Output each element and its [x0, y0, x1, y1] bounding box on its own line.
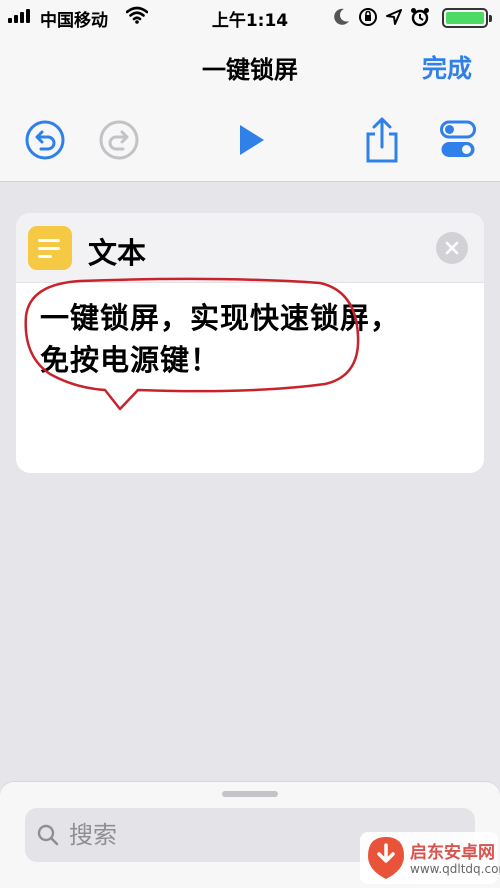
done-button[interactable]: 完成 — [422, 49, 472, 85]
play-icon — [240, 125, 264, 155]
close-icon — [445, 241, 459, 255]
action-title: 文本 — [88, 236, 147, 270]
status-bar: 中国移动 上午1:14 — [0, 0, 500, 34]
redo-button[interactable] — [97, 118, 141, 162]
share-button[interactable] — [360, 117, 404, 163]
undo-button[interactable] — [23, 118, 67, 162]
settings-button[interactable] — [436, 118, 480, 162]
battery-icon — [442, 8, 492, 28]
text-action-card: 文本 一键锁屏，实现快速锁屏， 免按电源键！ — [16, 213, 484, 473]
text-content-field[interactable]: 一键锁屏，实现快速锁屏， 免按电源键！ — [40, 297, 460, 381]
watermark-logo — [368, 837, 404, 879]
battery-level — [446, 12, 484, 24]
editor-toolbar — [0, 98, 500, 182]
undo-icon — [25, 120, 65, 160]
status-icons — [334, 7, 430, 32]
action-card-header: 文本 — [16, 213, 484, 283]
search-icon — [37, 824, 59, 850]
sheet-grabber[interactable] — [222, 791, 278, 797]
alarm-icon — [410, 7, 430, 32]
watermark-name: 启东安卓网 — [410, 843, 495, 863]
watermark-url: www.qdltdq.com — [410, 862, 500, 876]
location-icon — [386, 9, 402, 30]
settings-toggle-icon — [440, 120, 476, 157]
navigation-bar: 一键锁屏 完成 — [0, 34, 500, 98]
share-icon — [366, 117, 398, 163]
run-button[interactable] — [228, 118, 272, 162]
site-watermark: 启东安卓网 www.qdltdq.com — [360, 832, 500, 884]
text-line: 免按电源键！ — [40, 343, 221, 377]
text-lines-icon — [28, 226, 72, 270]
text-line: 一键锁屏，实现快速锁屏， — [40, 301, 401, 335]
redo-icon — [99, 120, 139, 160]
rotation-lock-icon — [358, 7, 378, 32]
moon-icon — [334, 8, 350, 31]
remove-action-button[interactable] — [436, 232, 468, 264]
